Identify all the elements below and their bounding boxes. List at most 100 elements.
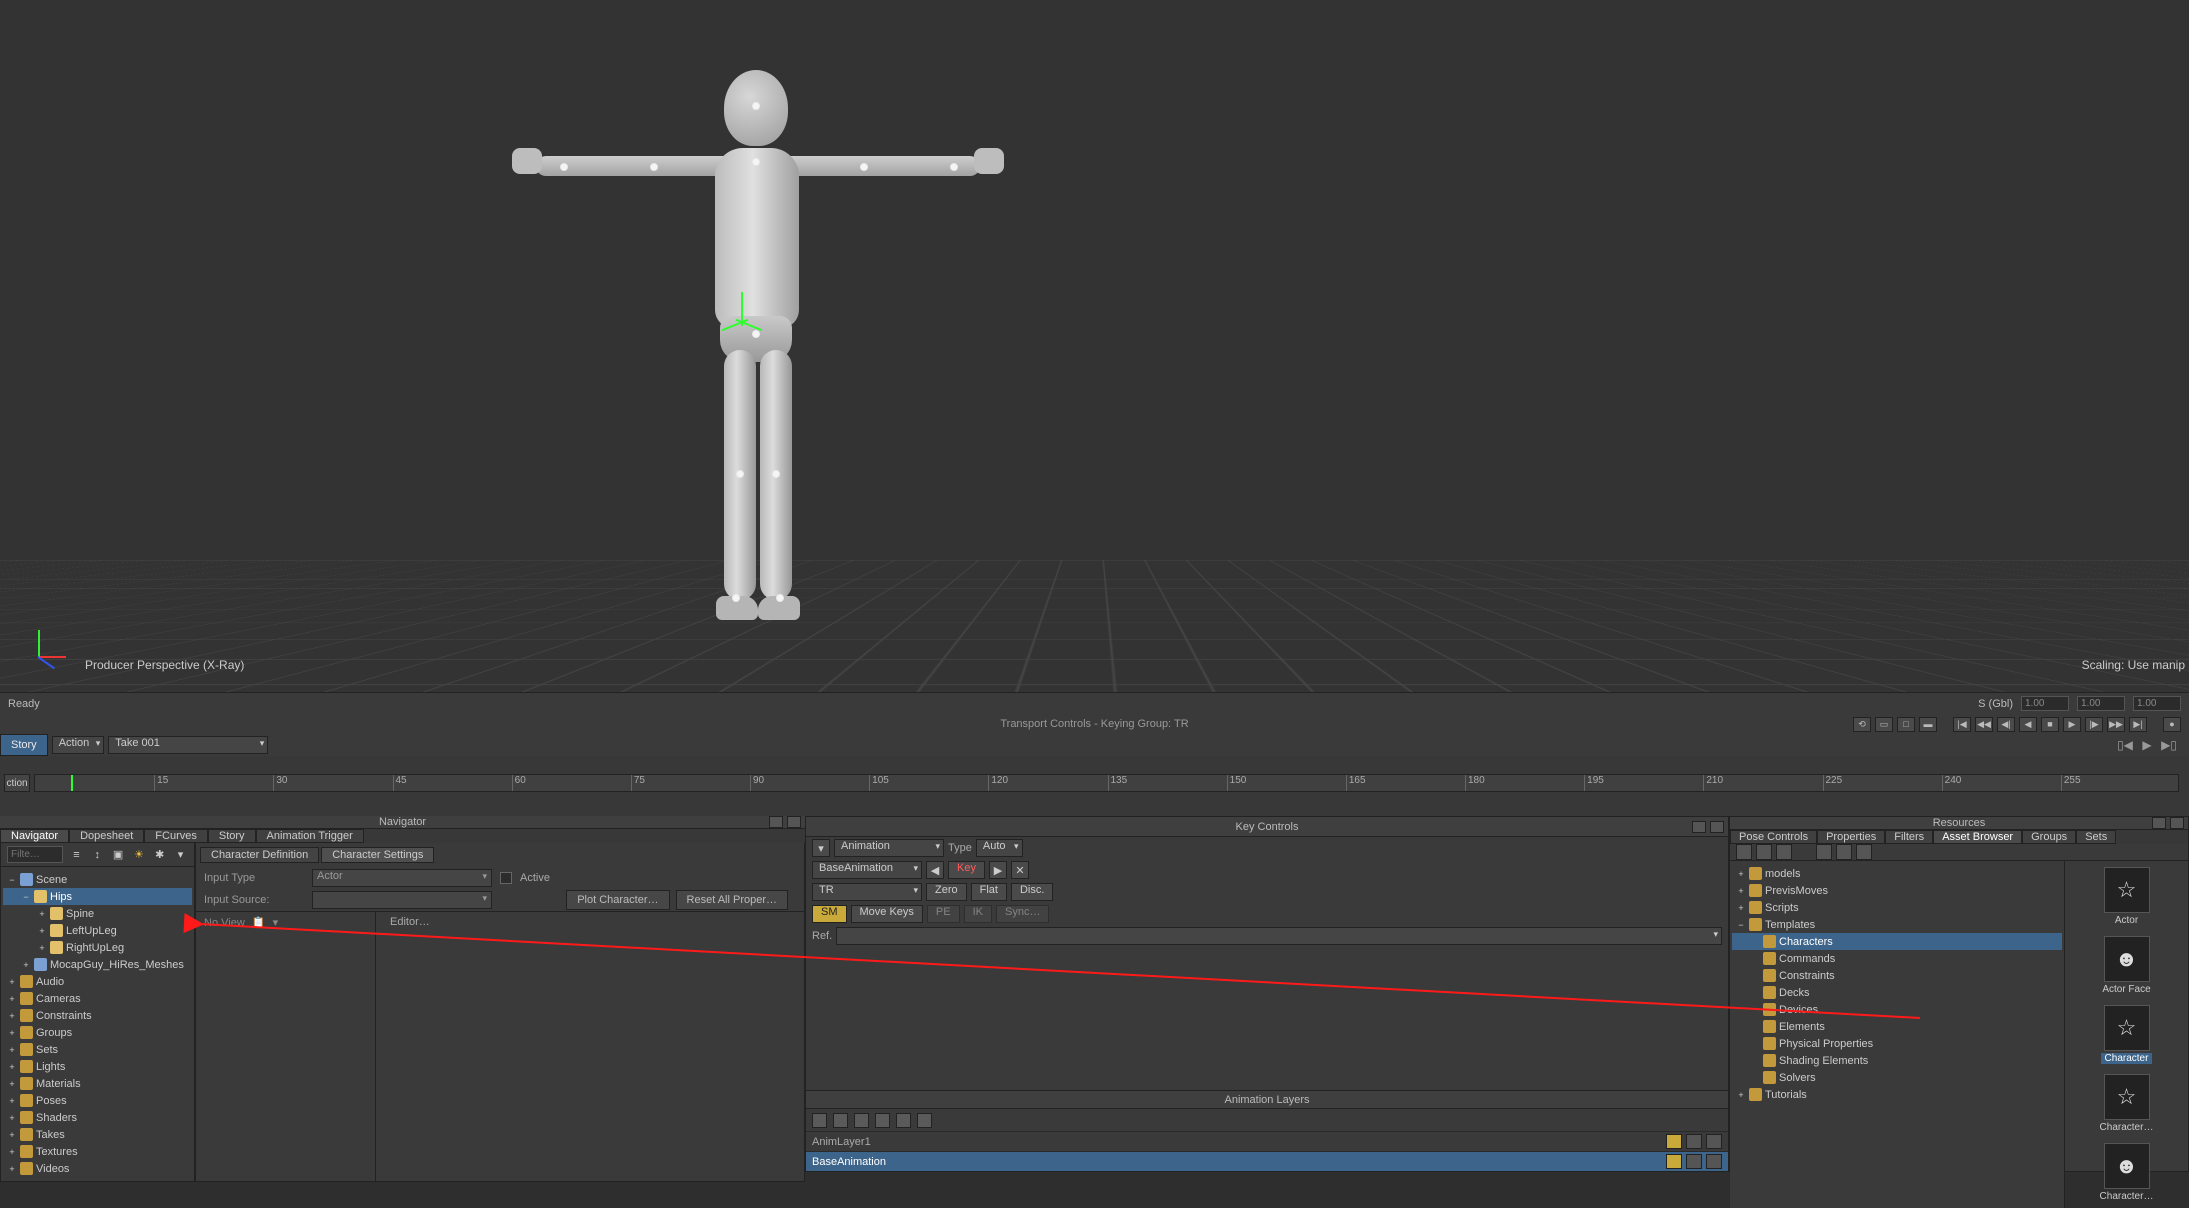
asset-preview-actor-face[interactable]: ☻Actor Face — [2069, 936, 2184, 995]
joint-rankle[interactable] — [776, 594, 784, 602]
tree-item-shading-elements[interactable]: Shading Elements — [1732, 1052, 2062, 1069]
sm-button[interactable]: SM — [812, 905, 847, 923]
tree-item-decks[interactable]: Decks — [1732, 984, 2062, 1001]
tree-item-spine[interactable]: +Spine — [3, 905, 192, 922]
tab-story[interactable]: Story — [0, 734, 48, 756]
tab-character-definition[interactable]: Character Definition — [200, 847, 319, 863]
asset-preview-character-[interactable]: ☆Character… — [2069, 1074, 2184, 1133]
pe-button[interactable]: PE — [927, 905, 960, 923]
record-icon[interactable]: ● — [2163, 717, 2181, 732]
layer-solo-icon[interactable] — [1686, 1154, 1702, 1169]
play-story-icon[interactable]: ▶ — [2139, 737, 2155, 753]
goto-start-icon[interactable]: |◀ — [1953, 717, 1971, 732]
panel-close-icon[interactable] — [1710, 821, 1724, 833]
key-type-dropdown[interactable]: Auto — [976, 839, 1023, 857]
layer-mute-icon[interactable] — [1666, 1154, 1682, 1169]
input-type-dropdown[interactable]: Actor — [312, 869, 492, 887]
active-checkbox[interactable] — [500, 872, 512, 884]
view-small-icon[interactable] — [1816, 844, 1832, 860]
action-dropdown[interactable]: Action — [52, 736, 105, 754]
view-grid-icon[interactable] — [1756, 844, 1772, 860]
tree-item-textures[interactable]: +Textures — [3, 1143, 192, 1160]
joint-lknee[interactable] — [736, 470, 744, 478]
expand-icon[interactable]: + — [7, 1130, 17, 1140]
tr-dropdown[interactable]: TR — [812, 883, 922, 901]
ref-dropdown[interactable] — [836, 927, 1722, 945]
tree-item-leftupleg[interactable]: +LeftUpLeg — [3, 922, 192, 939]
tree-item-lights[interactable]: +Lights — [3, 1058, 192, 1075]
tab-filters[interactable]: Filters — [1885, 830, 1933, 844]
joint-lankle[interactable] — [732, 594, 740, 602]
tree-item-constraints[interactable]: +Constraints — [3, 1007, 192, 1024]
joint-rarm2[interactable] — [950, 163, 958, 171]
layer-lock-icon[interactable] — [1706, 1154, 1722, 1169]
collapse-icon[interactable]: ▾ — [812, 839, 830, 857]
tree-item-hips[interactable]: −Hips — [3, 888, 192, 905]
prev-key-icon[interactable]: ◀ — [926, 861, 944, 879]
tree-item-mocapguy-hires-meshes[interactable]: +MocapGuy_HiRes_Meshes — [3, 956, 192, 973]
panel-lock-icon[interactable] — [769, 816, 783, 828]
sync-button[interactable]: Sync… — [996, 905, 1049, 923]
expand-icon[interactable]: ↕ — [90, 847, 105, 863]
tree-item-groups[interactable]: +Groups — [3, 1024, 192, 1041]
tree-item-constraints[interactable]: Constraints — [1732, 967, 2062, 984]
tree-item-prevismoves[interactable]: +PrevisMoves — [1732, 882, 2062, 899]
expand-icon[interactable]: + — [37, 909, 47, 919]
expand-icon[interactable]: + — [7, 994, 17, 1004]
scale-z-input[interactable] — [2133, 696, 2181, 711]
transform-mode[interactable]: S (Gbl) — [1978, 698, 2013, 710]
next-key-icon[interactable]: ▶▯ — [2161, 737, 2177, 753]
tree-item-scripts[interactable]: +Scripts — [1732, 899, 2062, 916]
list-icon[interactable]: ≡ — [69, 847, 84, 863]
ik-button[interactable]: IK — [964, 905, 992, 923]
expand-icon[interactable]: + — [1736, 886, 1746, 896]
tree-item-elements[interactable]: Elements — [1732, 1018, 2062, 1035]
timeline-ruler[interactable]: 1530456075901051201351501651801952102252… — [34, 774, 2179, 792]
expand-icon[interactable]: + — [7, 1045, 17, 1055]
expand-icon[interactable]: + — [1736, 1090, 1746, 1100]
frame-fwd-icon[interactable]: |▶ — [2085, 717, 2103, 732]
joint-neck[interactable] — [752, 158, 760, 166]
tree-item-physical-properties[interactable]: Physical Properties — [1732, 1035, 2062, 1052]
panel-close-icon[interactable] — [787, 816, 801, 828]
layer-lock-icon[interactable] — [1706, 1134, 1722, 1149]
asset-preview-actor[interactable]: ☆Actor — [2069, 867, 2184, 926]
expand-icon[interactable]: + — [7, 1028, 17, 1038]
expand-icon[interactable]: − — [1736, 920, 1746, 930]
mute-layer-icon[interactable] — [854, 1113, 869, 1128]
expand-icon[interactable]: + — [1736, 869, 1746, 879]
step-back-icon[interactable]: ◀◀ — [1975, 717, 1993, 732]
lock-icon[interactable]: ▾ — [173, 847, 188, 863]
joint-hips[interactable] — [752, 330, 760, 338]
asset-tree[interactable]: +models+PrevisMoves+Scripts−TemplatesCha… — [1730, 861, 2064, 1208]
timeline-track-label[interactable]: ction — [4, 774, 30, 792]
move-keys-button[interactable]: Move Keys — [851, 905, 923, 923]
scale-x-input[interactable] — [2021, 696, 2069, 711]
delete-layer-icon[interactable] — [833, 1113, 848, 1128]
expand-icon[interactable]: + — [7, 977, 17, 987]
expand-icon[interactable]: + — [7, 1096, 17, 1106]
expand-icon[interactable]: − — [7, 875, 17, 885]
joint-head[interactable] — [752, 102, 760, 110]
expand-icon[interactable]: + — [37, 943, 47, 953]
tree-item-takes[interactable]: +Takes — [3, 1126, 192, 1143]
tab-pose-controls[interactable]: Pose Controls — [1730, 830, 1817, 844]
joint-larm2[interactable] — [560, 163, 568, 171]
play-icon[interactable]: ▶ — [2063, 717, 2081, 732]
tab-fcurves[interactable]: FCurves — [144, 829, 208, 843]
expand-icon[interactable]: + — [37, 926, 47, 936]
tree-item-videos[interactable]: +Videos — [3, 1160, 192, 1177]
disc-button[interactable]: Disc. — [1011, 883, 1053, 901]
playhead[interactable] — [71, 775, 73, 791]
joint-larm1[interactable] — [650, 163, 658, 171]
tab-animation-trigger[interactable]: Animation Trigger — [256, 829, 364, 843]
scale-y-input[interactable] — [2077, 696, 2125, 711]
set-key-button[interactable]: Key — [948, 861, 985, 879]
expand-icon[interactable]: + — [21, 960, 31, 970]
frame-back-icon[interactable]: ◀| — [1997, 717, 2015, 732]
view-detail-icon[interactable] — [1776, 844, 1792, 860]
add-layer-icon[interactable] — [812, 1113, 827, 1128]
take-dropdown[interactable]: Take 001 — [108, 736, 268, 754]
tab-groups[interactable]: Groups — [2022, 830, 2076, 844]
panel-close-icon[interactable] — [2170, 817, 2184, 829]
